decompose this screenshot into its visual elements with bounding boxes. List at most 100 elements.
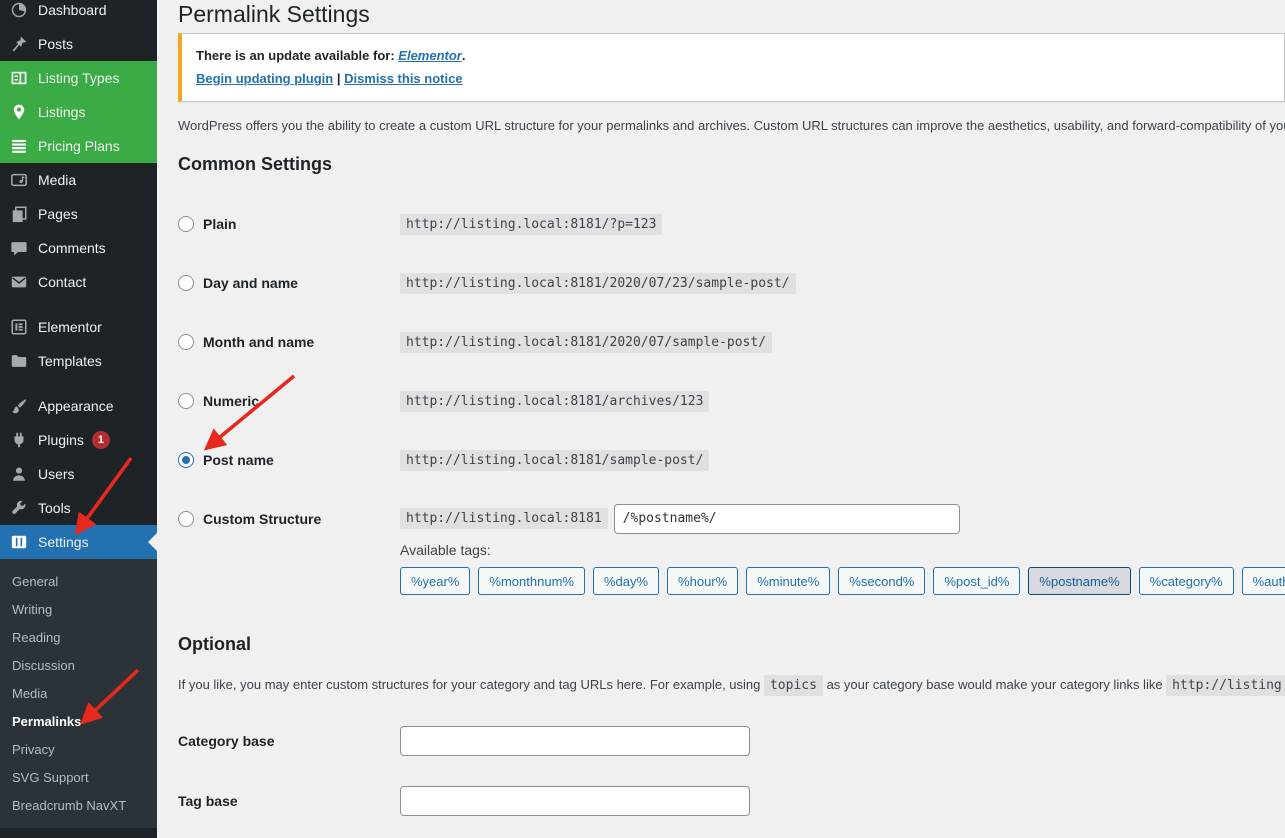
sidebar-item-users[interactable]: Users [0,457,157,491]
tag-button-category[interactable]: %category% [1139,567,1234,595]
tag-button-second[interactable]: %second% [838,567,925,595]
sidebar-item-templates[interactable]: Templates [0,344,157,378]
sidebar-item-label: Posts [38,36,73,52]
tag-button-author[interactable]: %author% [1242,567,1285,595]
custom-structure-radio[interactable] [178,511,194,527]
sidebar-item-listing-types[interactable]: Listing Types [0,61,157,95]
sidebar-item-media[interactable]: Media [0,163,157,197]
sidebar-item-settings[interactable]: Settings [0,525,157,559]
tag-button-minute[interactable]: %minute% [746,567,830,595]
sidebar-item-listings[interactable]: Listings [0,95,157,129]
begin-updating-plugin-link[interactable]: Begin updating plugin [196,71,333,86]
option-label: Day and name [203,275,298,291]
post-name-radio[interactable] [178,452,194,468]
submenu-item-media[interactable]: Media [0,679,157,707]
comment-icon [9,238,29,258]
submenu-label: General [12,574,58,589]
link-separator: | [333,71,344,86]
submenu-label: Privacy [12,742,55,757]
category-link-code: http://listing.local:8181/topics/uncateg… [1166,675,1285,696]
submenu-item-writing[interactable]: Writing [0,595,157,623]
optional-heading: Optional [178,635,1285,654]
custom-structure-input[interactable] [614,504,960,534]
sidebar-item-label: Templates [38,353,102,369]
submenu-item-breadcrumb-navxt[interactable]: Breadcrumb NavXT [0,791,157,819]
sidebar-item-label: Elementor [38,319,102,335]
permalink-option-row-plain: Plain http://listing.local:8181/?p=123 [178,194,1285,253]
tag-button-year[interactable]: %year% [400,567,470,595]
tag-button-post-id[interactable]: %post_id% [933,567,1020,595]
sidebar-item-plugins[interactable]: Plugins 1 [0,423,157,457]
plain-radio[interactable] [178,216,194,232]
example-url: http://listing.local:8181/archives/123 [400,391,709,412]
notice-actions: Begin updating plugin | Dismiss this not… [196,69,1270,89]
permalink-option-row-month-name: Month and name http://listing.local:8181… [178,312,1285,371]
sidebar-item-comments[interactable]: Comments [0,231,157,265]
option-label: Post name [203,452,274,468]
example-url: http://listing.local:8181/2020/07/sample… [400,332,772,353]
update-notice: There is an update available for: Elemen… [178,33,1285,102]
submenu-item-permalinks[interactable]: Permalinks [0,707,157,735]
sidebar-item-label: Comments [38,240,106,256]
submenu-label: Media [12,686,47,701]
plug-icon [9,430,29,450]
media-icon [9,170,29,190]
submenu-item-reading[interactable]: Reading [0,623,157,651]
sidebar-item-posts[interactable]: Posts [0,27,157,61]
submenu-item-discussion[interactable]: Discussion [0,651,157,679]
sidebar-item-label: Plugins [38,432,84,448]
tag-button-monthnum[interactable]: %monthnum% [478,567,585,595]
permalink-option-row-day-name: Day and name http://listing.local:8181/2… [178,253,1285,312]
permalink-option-row-custom-structure: Custom Structure http://listing.local:81… [178,489,1285,548]
submenu-item-general[interactable]: General [0,567,157,595]
submenu-item-privacy[interactable]: Privacy [0,735,157,763]
submenu-label: Discussion [12,658,75,673]
sidebar-item-tools[interactable]: Tools [0,491,157,525]
month-and-name-radio[interactable] [178,334,194,350]
sidebar-item-pricing-plans[interactable]: Pricing Plans [0,129,157,163]
submenu-label: Writing [12,602,52,617]
tag-base-label: Tag base [178,793,400,809]
sidebar-item-label: Tools [38,500,71,516]
permalink-options-table: Plain http://listing.local:8181/?p=123 D… [178,194,1285,548]
intro-paragraph: WordPress offers you the ability to crea… [178,118,1285,133]
sidebar-item-pages[interactable]: Pages [0,197,157,231]
common-settings-heading: Common Settings [178,155,1285,174]
option-label: Month and name [203,334,314,350]
tag-button-hour[interactable]: %hour% [667,567,738,595]
sidebar-item-label: Contact [38,274,86,290]
sidebar-item-contact[interactable]: Contact [0,265,157,299]
optional-fields-table: Category base Tag base [178,711,1285,831]
day-and-name-radio[interactable] [178,275,194,291]
sidebar-item-dashboard[interactable]: Dashboard [0,0,157,27]
listing-types-icon [9,68,29,88]
update-count-badge: 1 [92,431,110,449]
url-prefix: http://listing.local:8181 [400,508,608,529]
numeric-radio[interactable] [178,393,194,409]
settings-sliders-icon [9,532,29,552]
menu-separator [0,378,157,389]
dismiss-notice-link[interactable]: Dismiss this notice [344,71,462,86]
category-base-input[interactable] [400,726,750,756]
main-content: Permalink Settings There is an update av… [157,0,1285,838]
sidebar-item-elementor[interactable]: Elementor [0,310,157,344]
tag-base-input[interactable] [400,786,750,816]
submenu-item-svg-support[interactable]: SVG Support [0,763,157,791]
tag-button-day[interactable]: %day% [593,567,659,595]
tag-button-postname[interactable]: %postname% [1028,567,1130,595]
sidebar-item-appearance[interactable]: Appearance [0,389,157,423]
example-url: http://listing.local:8181/2020/07/23/sam… [400,273,796,294]
submenu-label: Reading [12,630,60,645]
pushpin-icon [9,34,29,54]
sidebar-item-label: Listing Types [38,70,119,86]
example-url: http://listing.local:8181/sample-post/ [400,450,709,471]
sidebar-item-label: Settings [38,534,89,550]
sidebar-item-label: Listings [38,104,85,120]
admin-sidebar: Dashboard Posts Listing Types Listings P… [0,0,157,838]
sidebar-item-label: Pages [38,206,78,222]
elementor-link[interactable]: Elementor [398,48,462,63]
example-url: http://listing.local:8181/?p=123 [400,214,662,235]
category-base-row: Category base [178,711,1285,771]
sidebar-item-label: Media [38,172,76,188]
settings-submenu: General Writing Reading Discussion Media… [0,559,157,828]
